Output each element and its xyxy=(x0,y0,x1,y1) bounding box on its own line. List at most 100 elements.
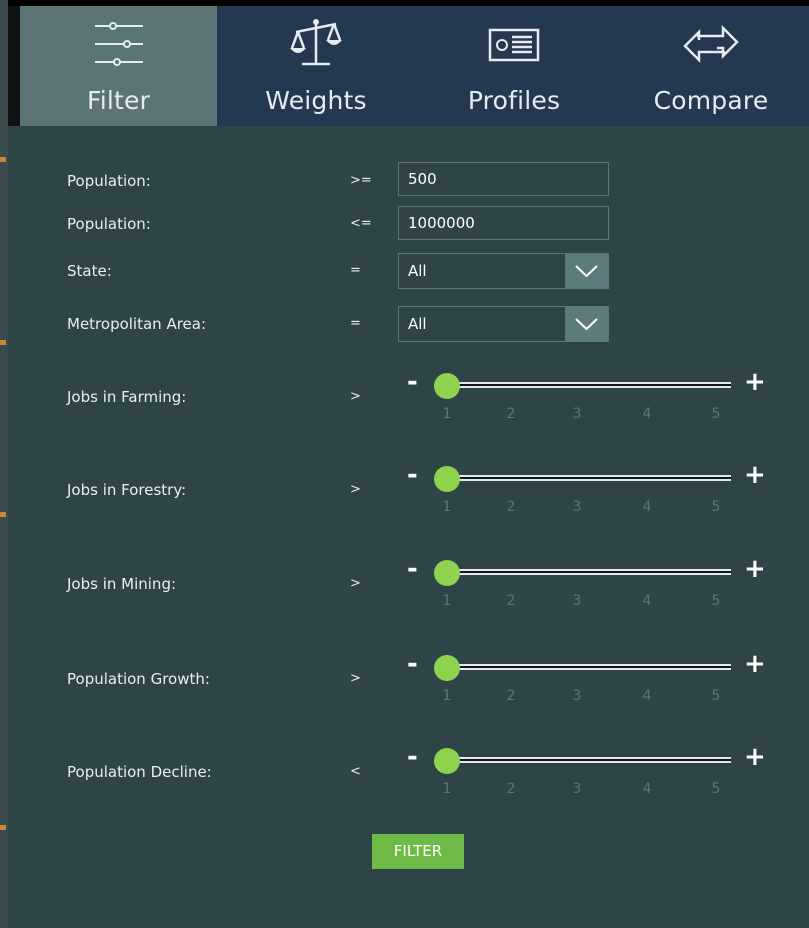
slider-operator: > xyxy=(350,671,361,686)
slider-track[interactable] xyxy=(438,382,731,388)
side-border xyxy=(8,6,20,126)
chevron-down-icon[interactable] xyxy=(565,307,608,341)
slider-thumb[interactable] xyxy=(434,748,460,774)
slider-tick-label: 3 xyxy=(572,688,582,704)
slider-operator: > xyxy=(350,576,361,591)
slider-tick-label: 5 xyxy=(711,593,721,609)
slider-track[interactable] xyxy=(438,569,731,575)
metro-select[interactable]: All xyxy=(398,306,609,342)
slider-tick-label: 4 xyxy=(642,593,652,609)
slider-thumb[interactable] xyxy=(434,655,460,681)
slider-tick-label: 2 xyxy=(506,499,516,515)
slider-tick-label: 4 xyxy=(642,406,652,422)
slider-tick-label: 1 xyxy=(442,688,452,704)
slider-tick-label: 5 xyxy=(711,406,721,422)
slider-increment-button[interactable]: + xyxy=(744,367,766,397)
slider-tick-label: 4 xyxy=(642,688,652,704)
slider-decrement-button[interactable]: - xyxy=(407,554,418,584)
slider-tick-label: 2 xyxy=(506,688,516,704)
filter-button[interactable]: FILTER xyxy=(372,834,464,869)
slider-tick-label: 4 xyxy=(642,781,652,797)
map-edge xyxy=(0,0,8,928)
map-marker xyxy=(0,512,6,517)
slider-row: Jobs in Farming: > - +1 2 3 4 5 xyxy=(20,367,809,443)
slider-tick-labels: 1 2 3 4 5 xyxy=(20,687,809,707)
population-max-input[interactable] xyxy=(398,206,609,240)
tab-label: Profiles xyxy=(467,86,561,115)
slider-label: Population Decline: xyxy=(67,763,212,781)
slider-tick-label: 2 xyxy=(506,406,516,422)
slider-thumb[interactable] xyxy=(434,373,460,399)
slider-label: Jobs in Farming: xyxy=(67,388,187,406)
slider-operator: < xyxy=(350,764,361,779)
slider-decrement-button[interactable]: - xyxy=(407,649,418,679)
slider-row: Jobs in Mining: > - +1 2 3 4 5 xyxy=(20,554,809,630)
slider-label: Jobs in Forestry: xyxy=(67,481,187,499)
tab-filter[interactable]: Filter xyxy=(20,6,217,126)
slider-increment-button[interactable]: + xyxy=(744,742,766,772)
population-max-operator: <= xyxy=(350,216,372,231)
map-marker xyxy=(0,825,6,830)
slider-row: Population Decline: < - +1 2 3 4 5 xyxy=(20,742,809,818)
slider-track[interactable] xyxy=(438,664,731,670)
app-window: Filter Weights Profiles Compare Populati… xyxy=(0,0,809,928)
slider-increment-button[interactable]: + xyxy=(744,554,766,584)
slider-decrement-button[interactable]: - xyxy=(407,742,418,772)
state-label: State: xyxy=(67,262,112,280)
slider-tick-labels: 1 2 3 4 5 xyxy=(20,780,809,800)
scale-icon xyxy=(284,14,348,78)
slider-decrement-button[interactable]: - xyxy=(407,367,418,397)
slider-tick-label: 2 xyxy=(506,781,516,797)
tab-profiles[interactable]: Profiles xyxy=(415,6,613,126)
slider-tick-label: 1 xyxy=(442,406,452,422)
slider-increment-button[interactable]: + xyxy=(744,649,766,679)
slider-thumb[interactable] xyxy=(434,466,460,492)
profile-card-icon xyxy=(482,14,546,74)
state-select[interactable]: All xyxy=(398,253,609,289)
slider-track[interactable] xyxy=(438,757,731,763)
population-min-label: Population: xyxy=(67,172,151,190)
metro-operator: = xyxy=(350,316,361,331)
slider-operator: > xyxy=(350,482,361,497)
slider-tick-label: 3 xyxy=(572,593,582,609)
slider-tick-label: 5 xyxy=(711,499,721,515)
tab-label: Weights xyxy=(265,86,367,115)
slider-tick-label: 3 xyxy=(572,781,582,797)
slider-increment-button[interactable]: + xyxy=(744,460,766,490)
slider-row: Jobs in Forestry: > - +1 2 3 4 5 xyxy=(20,460,809,536)
slider-tick-labels: 1 2 3 4 5 xyxy=(20,405,809,425)
population-min-operator: >= xyxy=(350,173,372,188)
tab-label: Filter xyxy=(86,86,151,115)
slider-label: Population Growth: xyxy=(67,670,210,688)
slider-decrement-button[interactable]: - xyxy=(407,460,418,490)
slider-tick-label: 1 xyxy=(442,593,452,609)
metro-select-value: All xyxy=(408,315,427,333)
population-max-label: Population: xyxy=(67,215,151,233)
tab-bar: Filter Weights Profiles Compare xyxy=(20,6,809,126)
slider-tick-label: 2 xyxy=(506,593,516,609)
state-select-value: All xyxy=(408,262,427,280)
tab-weights[interactable]: Weights xyxy=(217,6,415,126)
chevron-down-icon[interactable] xyxy=(565,254,608,288)
metro-label: Metropolitan Area: xyxy=(67,315,207,333)
slider-tick-label: 3 xyxy=(572,406,582,422)
state-operator: = xyxy=(350,263,361,278)
map-marker xyxy=(0,340,6,345)
slider-thumb[interactable] xyxy=(434,560,460,586)
tab-compare[interactable]: Compare xyxy=(613,6,809,126)
swap-arrows-icon xyxy=(679,14,743,78)
slider-label: Jobs in Mining: xyxy=(67,575,177,593)
slider-tick-label: 3 xyxy=(572,499,582,515)
slider-tick-label: 5 xyxy=(711,781,721,797)
slider-tick-labels: 1 2 3 4 5 xyxy=(20,498,809,518)
slider-tick-label: 1 xyxy=(442,781,452,797)
slider-operator: > xyxy=(350,389,361,404)
slider-tick-label: 5 xyxy=(711,688,721,704)
slider-tick-label: 4 xyxy=(642,499,652,515)
tab-label: Compare xyxy=(653,86,769,115)
slider-track[interactable] xyxy=(438,475,731,481)
slider-tick-labels: 1 2 3 4 5 xyxy=(20,592,809,612)
population-min-input[interactable] xyxy=(398,162,609,196)
slider-tick-label: 1 xyxy=(442,499,452,515)
sliders-icon xyxy=(87,14,151,74)
